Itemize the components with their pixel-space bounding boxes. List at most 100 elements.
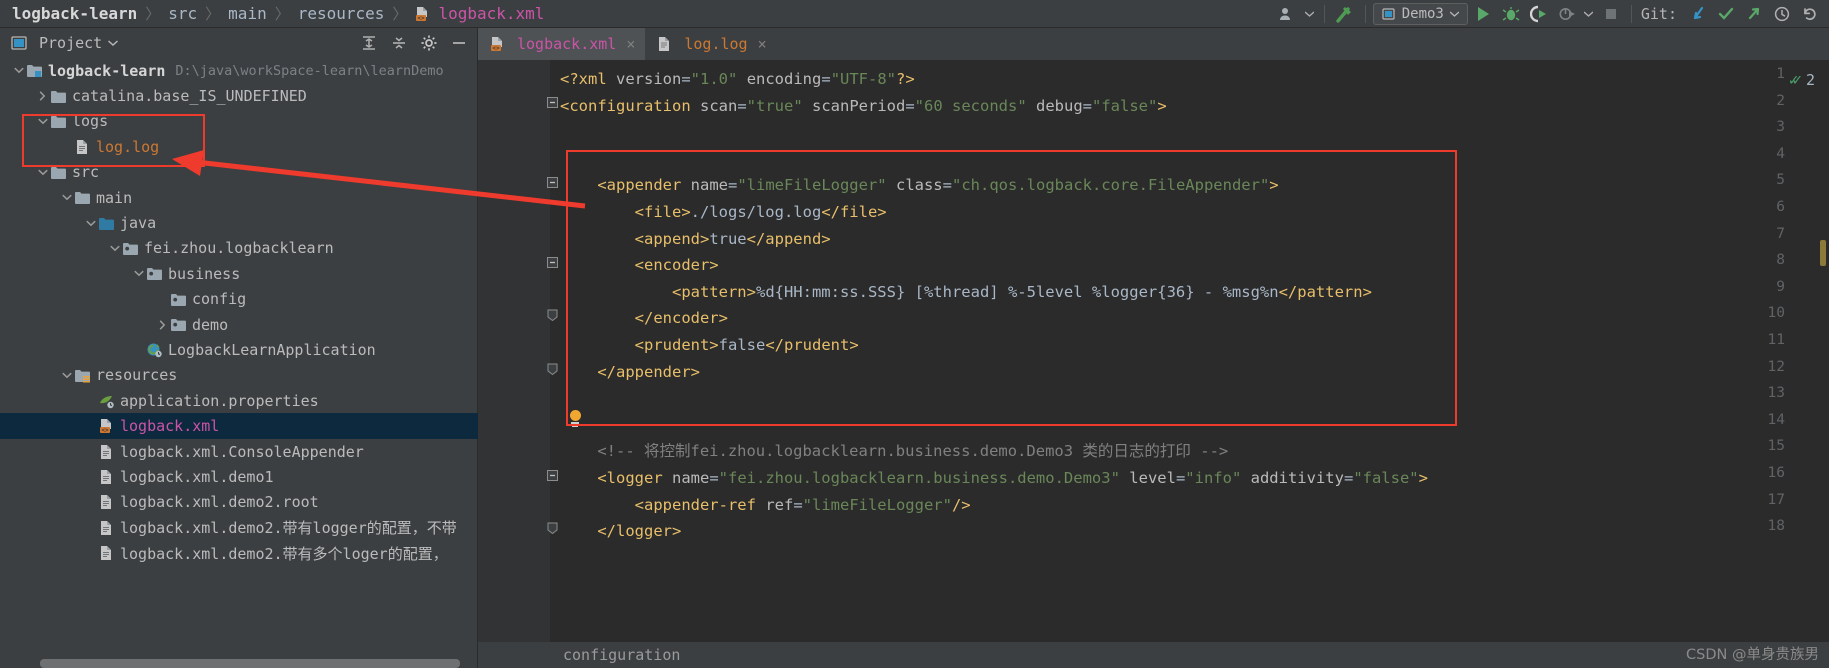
tree-row[interactable]: main — [0, 185, 478, 210]
tree-row[interactable]: demo — [0, 312, 478, 337]
tree-row[interactable]: logback.xml.demo1 — [0, 464, 478, 489]
tree-down-arrow-icon[interactable] — [132, 270, 145, 277]
build-hammer-icon[interactable] — [1332, 2, 1358, 26]
code-line: </logger> — [597, 522, 682, 541]
tree-item-label: logback.xml — [120, 417, 220, 436]
code-editor[interactable]: 1 2 3 4 5 6 7 8 9 10 11 12 13 14 15 16 17 18 <?xml versio… — [478, 60, 1829, 642]
breadcrumb-item-file[interactable]: logback.xml — [434, 4, 548, 23]
breadcrumb-separator-icon: 〉 — [392, 5, 408, 23]
module-folder-icon — [25, 63, 43, 79]
profile-button[interactable] — [1554, 2, 1580, 26]
package-icon — [169, 317, 187, 333]
breadcrumb-separator-icon: 〉 — [205, 5, 221, 23]
tree-down-arrow-icon[interactable] — [84, 220, 97, 227]
tree-row[interactable]: logback-learn D:\java\workSpace-learn\lea… — [0, 58, 478, 83]
gear-icon[interactable] — [417, 32, 441, 54]
spring-properties-icon — [97, 393, 115, 409]
collapse-all-button[interactable] — [387, 32, 411, 54]
tree-row[interactable]: business — [0, 261, 478, 286]
breadcrumb-item-resources[interactable]: resources — [294, 4, 389, 23]
tree-down-arrow-icon[interactable] — [60, 372, 73, 379]
tree-row[interactable]: src — [0, 160, 478, 185]
debug-button[interactable] — [1498, 2, 1524, 26]
editor-area: <> logback.xml × log.log × 1 2 3 4 5 6 7 8 9 10 11… — [478, 28, 1829, 668]
inspection-status-badge[interactable]: ✓ ✓ 2 — [1789, 70, 1815, 89]
tree-row[interactable]: log.log — [0, 134, 478, 159]
tree-down-arrow-icon[interactable] — [36, 169, 49, 176]
chevron-down-icon[interactable] — [1582, 2, 1596, 26]
tree-row[interactable]: application.properties — [0, 388, 478, 413]
check-icon: ✓ — [1792, 70, 1802, 89]
tree-row[interactable]: catalina.base_IS_UNDEFINED — [0, 83, 478, 108]
file-icon — [97, 469, 115, 485]
chevron-down-icon[interactable] — [108, 40, 119, 46]
git-history-button[interactable] — [1769, 2, 1795, 26]
folder-icon — [73, 190, 91, 206]
git-push-button[interactable] — [1741, 2, 1767, 26]
toolbar-divider — [1364, 5, 1366, 23]
code-line: <append>true</append> — [634, 229, 831, 248]
stop-button[interactable] — [1598, 2, 1624, 26]
breadcrumb-item-src[interactable]: src — [164, 4, 201, 23]
editor-tabbar: <> logback.xml × log.log × — [478, 28, 1829, 60]
tree-row[interactable]: logback.xml.demo2.root — [0, 490, 478, 515]
chevron-down-icon[interactable] — [1303, 2, 1317, 26]
tree-item-label: catalina.base_IS_UNDEFINED — [72, 87, 307, 106]
tree-down-arrow-icon[interactable] — [108, 245, 121, 252]
tree-item-label: logback-learn — [48, 61, 166, 80]
editor-gutter[interactable] — [478, 60, 550, 642]
git-label: Git: — [1640, 5, 1677, 23]
close-icon[interactable]: × — [758, 35, 767, 53]
tree-item-label: logback.xml.ConsoleAppender — [120, 442, 364, 461]
tree-down-arrow-icon[interactable] — [36, 118, 49, 125]
tree-row[interactable]: logback.xml.demo2.带有logger的配置，不带 — [0, 515, 478, 540]
git-commit-button[interactable] — [1713, 2, 1739, 26]
tree-item-label: logs — [72, 112, 109, 131]
tree-row[interactable]: LogbackLearnApplication — [0, 337, 478, 362]
close-icon[interactable]: × — [626, 35, 635, 53]
intention-bulb-icon[interactable] — [568, 410, 582, 428]
tree-row[interactable]: logback.xml.ConsoleAppender — [0, 439, 478, 464]
folder-icon — [49, 113, 67, 129]
tree-item-label: business — [168, 264, 241, 283]
tree-row[interactable]: resources — [0, 363, 478, 388]
source-folder-icon — [97, 215, 115, 231]
expand-all-button[interactable] — [357, 32, 381, 54]
tree-item-label: java — [120, 214, 157, 233]
breadcrumb-item-project[interactable]: logback-learn — [8, 4, 141, 23]
xml-file-icon: <> — [488, 36, 506, 52]
toolbar-divider — [1323, 5, 1325, 23]
tab-log-log[interactable]: log.log × — [645, 28, 776, 60]
tab-logback-xml[interactable]: <> logback.xml × — [478, 28, 646, 60]
hide-panel-button[interactable] — [447, 32, 471, 54]
tree-row[interactable]: <> logback.xml — [0, 413, 478, 439]
folder-icon — [49, 88, 67, 104]
project-tree[interactable]: logback-learn D:\java\workSpace-learn\lea… — [0, 58, 478, 668]
code-line: <configuration scan="true" scanPeriod="6… — [560, 96, 1167, 115]
tree-down-arrow-icon[interactable] — [60, 194, 73, 201]
git-rollback-button[interactable] — [1797, 2, 1823, 26]
chevron-down-icon — [1449, 11, 1459, 17]
breadcrumb: logback-learn 〉 src 〉 main 〉 resources 〉… — [0, 0, 548, 28]
tree-down-arrow-icon[interactable] — [12, 67, 25, 74]
code-text[interactable]: <?xml version="1.0" encoding="UTF-8"?> <c… — [550, 60, 1829, 642]
tree-row[interactable]: logs — [0, 109, 478, 134]
tree-row[interactable]: fei.zhou.logbacklearn — [0, 236, 478, 261]
run-button[interactable] — [1470, 2, 1496, 26]
tree-right-arrow-icon[interactable] — [36, 91, 49, 101]
tree-row[interactable]: logback.xml.demo2.带有多个loger的配置， — [0, 540, 478, 565]
code-line: <appender name="limeFileLogger" class="c… — [597, 176, 1279, 195]
tab-label: log.log — [684, 35, 748, 53]
breadcrumb-item-main[interactable]: main — [224, 4, 271, 23]
tree-item-label: config — [192, 290, 247, 309]
git-update-button[interactable] — [1685, 2, 1711, 26]
tree-row[interactable]: java — [0, 210, 478, 235]
tree-row[interactable]: config — [0, 287, 478, 312]
file-icon — [97, 444, 115, 460]
toolbar-divider — [1630, 5, 1632, 23]
tree-right-arrow-icon[interactable] — [156, 319, 169, 330]
user-icon[interactable] — [1275, 2, 1301, 26]
run-with-coverage-button[interactable] — [1526, 2, 1552, 26]
project-tree-hscrollbar[interactable] — [40, 659, 460, 668]
run-configuration-selector[interactable]: Demo3 — [1372, 3, 1468, 25]
